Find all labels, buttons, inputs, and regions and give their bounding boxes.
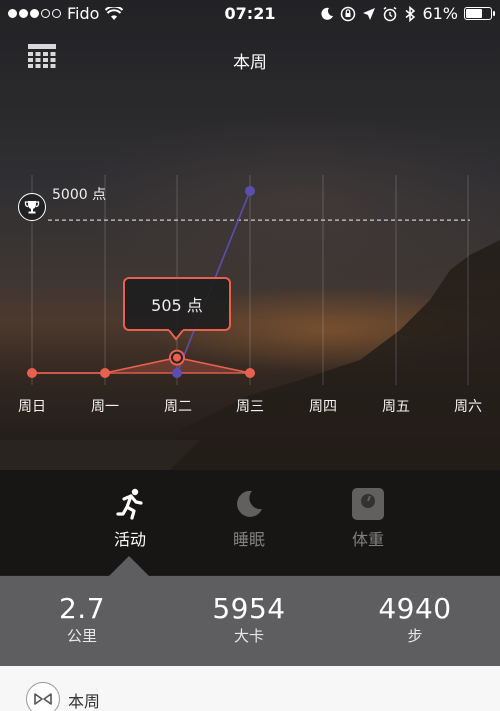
goal-line-label: 5000 点 xyxy=(52,187,107,203)
bowtie-badge xyxy=(26,682,60,711)
scale-icon xyxy=(352,488,384,520)
running-person-icon xyxy=(116,488,143,520)
tab-weight-label: 体重 xyxy=(351,530,384,549)
weekly-activity-chart[interactable] xyxy=(0,170,500,420)
stat-steps-value: 4940 xyxy=(378,592,452,625)
day-label-fri[interactable]: 周五 xyxy=(371,396,421,416)
tooltip-value: 505 点 xyxy=(151,296,203,315)
location-arrow-icon xyxy=(363,7,376,20)
data-point-0-2 xyxy=(173,353,181,362)
data-point-1-3 xyxy=(245,186,255,196)
battery-percent: 61% xyxy=(422,4,458,23)
stat-distance-value: 2.7 xyxy=(58,592,106,625)
stat-calories-value: 5954 xyxy=(212,592,286,625)
stat-distance-unit: 公里 xyxy=(66,627,97,645)
day-label-sun[interactable]: 周日 xyxy=(7,396,57,416)
battery-icon xyxy=(464,7,495,20)
data-point-0-0 xyxy=(27,368,37,378)
day-label-tue[interactable]: 周二 xyxy=(153,396,203,416)
bowtie-icon xyxy=(34,693,52,705)
trophy-icon xyxy=(24,201,40,214)
day-label-thu[interactable]: 周四 xyxy=(298,396,348,416)
stat-distance[interactable]: 2.7 公里 xyxy=(2,592,162,646)
tab-sleep[interactable]: 睡眠 xyxy=(199,486,299,550)
tab-weight[interactable]: 体重 xyxy=(318,486,418,550)
data-point-0-3 xyxy=(245,368,255,378)
rotation-lock-icon xyxy=(341,6,356,21)
stat-steps-unit: 步 xyxy=(407,627,423,645)
status-bar: Fido 07:21 61% xyxy=(0,0,500,28)
tab-activity[interactable]: 活动 xyxy=(80,486,180,550)
bluetooth-icon xyxy=(405,5,416,22)
stat-calories[interactable]: 5954 大卡 xyxy=(169,592,329,646)
stat-calories-unit: 大卡 xyxy=(233,627,264,645)
page-title: 本周 xyxy=(233,53,267,73)
data-point-0-1 xyxy=(100,368,110,378)
selected-day-tooltip: 505 点 xyxy=(123,277,231,331)
alarm-icon xyxy=(383,6,397,21)
moon-status-icon xyxy=(321,7,334,20)
day-label-wed[interactable]: 周三 xyxy=(225,396,275,416)
stat-steps[interactable]: 4940 步 xyxy=(335,592,495,646)
day-label-sat[interactable]: 周六 xyxy=(443,396,493,416)
moon-icon xyxy=(237,490,262,517)
day-label-mon[interactable]: 周一 xyxy=(80,396,130,416)
active-tab-indicator xyxy=(109,556,149,576)
goal-trophy-badge xyxy=(18,193,46,221)
tab-activity-label: 活动 xyxy=(113,530,146,549)
weekly-summary-label: 本周 xyxy=(68,692,101,711)
tooltip-pointer xyxy=(168,329,184,341)
data-point-1-2 xyxy=(172,368,182,378)
tab-sleep-label: 睡眠 xyxy=(232,530,265,549)
